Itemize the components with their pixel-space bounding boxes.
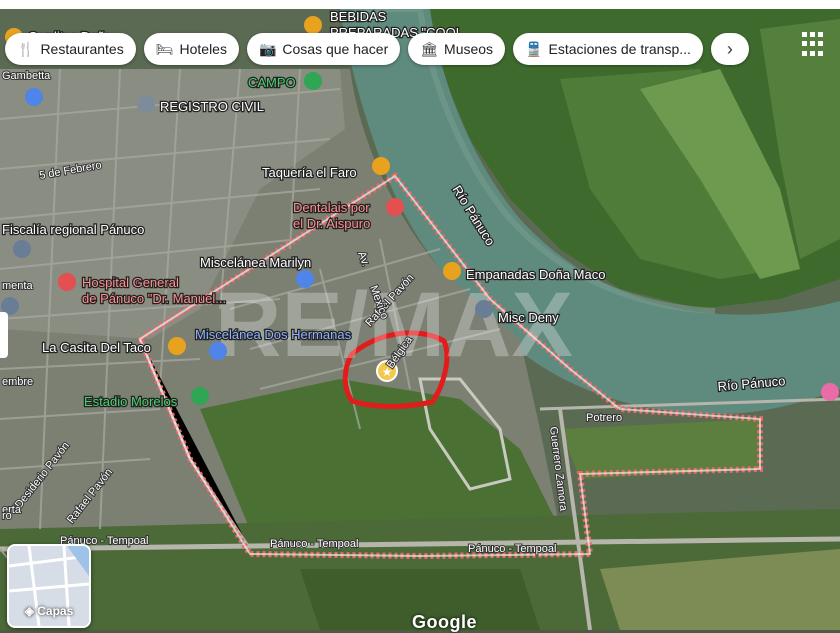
layers-icon: ◈ xyxy=(24,604,34,618)
chip-hoteles[interactable]: 🛏 Hoteles xyxy=(143,33,239,65)
chip-cosas-que-hacer[interactable]: 📷 Cosas que hacer xyxy=(246,33,401,65)
layers-text: Capas xyxy=(37,604,74,618)
chip-museos[interactable]: 🏛 Museos xyxy=(408,33,506,65)
chip-label: Restaurantes xyxy=(40,41,124,57)
museum-icon: 🏛 xyxy=(420,40,439,57)
filter-chips: 🍴 Restaurantes 🛏 Hoteles 📷 Cosas que hacer … xyxy=(5,32,749,66)
label-hospital: Hospital General xyxy=(82,275,179,290)
train-icon: 🚆 xyxy=(525,40,543,57)
label-misc-deny: Misc Deny xyxy=(498,310,559,325)
chip-label: Hoteles xyxy=(179,41,227,57)
label-empanadas: Empanadas Doña Maco xyxy=(466,267,605,282)
street-tempoal-e: Pánuco - Tempoal xyxy=(468,543,556,555)
chips-next-button[interactable]: › xyxy=(710,33,749,65)
label-campo: CAMPO xyxy=(248,75,296,90)
chip-label: Museos xyxy=(444,41,494,57)
street-potrero: Potrero xyxy=(586,412,622,424)
side-panel-toggle[interactable] xyxy=(0,312,8,358)
street-embre: embre xyxy=(2,376,33,388)
bed-icon: 🛏 xyxy=(155,40,174,57)
apps-grid-icon[interactable] xyxy=(800,30,830,60)
label-taqueria: Taquería el Faro xyxy=(262,165,357,180)
street-gambetta: Gambetta xyxy=(2,70,51,82)
label-casita-taco: La Casita Del Taco xyxy=(42,340,151,355)
label-dentalais: Dentalais por xyxy=(293,200,370,215)
label-dos-hermanas: Miscelánea Dos Hermanas xyxy=(195,327,352,342)
street-menta: menta xyxy=(2,280,33,292)
chip-estaciones[interactable]: 🚆 Estaciones de transp... xyxy=(513,33,703,65)
label-bebidas: BEBIDAS xyxy=(330,9,387,24)
label-registro-civil: REGISTRO CIVIL xyxy=(160,99,264,114)
fork-knife-icon: 🍴 xyxy=(17,40,35,57)
chevron-right-icon: › xyxy=(726,38,733,59)
label-marilyn: Miscelánea Marilyn xyxy=(200,255,311,270)
street-ro: ro xyxy=(2,510,12,522)
chip-label: Cosas que hacer xyxy=(282,41,389,57)
camera-icon: 📷 xyxy=(258,40,277,57)
label-aispuro: el Dr. Aispuro xyxy=(293,216,370,231)
label-hospital-2: de Pánuco "Dr. Manuel... xyxy=(82,291,226,306)
label-estadio: Estadio Morelos xyxy=(84,394,178,409)
top-bar xyxy=(0,0,840,9)
label-fiscalia: Fiscalía regional Pánuco xyxy=(2,222,144,237)
street-tempoal-mid: Pánuco - Tempoal xyxy=(270,538,358,550)
layers-button[interactable]: ◈ Capas xyxy=(7,544,91,628)
satellite-map[interactable]: ★ RE/MAX BEBIDAS PREPARADAS "COOL... Gor… xyxy=(0,9,840,630)
chip-label: Estaciones de transp... xyxy=(548,41,691,57)
layers-label: ◈ Capas xyxy=(9,604,89,618)
chip-restaurantes[interactable]: 🍴 Restaurantes xyxy=(5,33,136,65)
